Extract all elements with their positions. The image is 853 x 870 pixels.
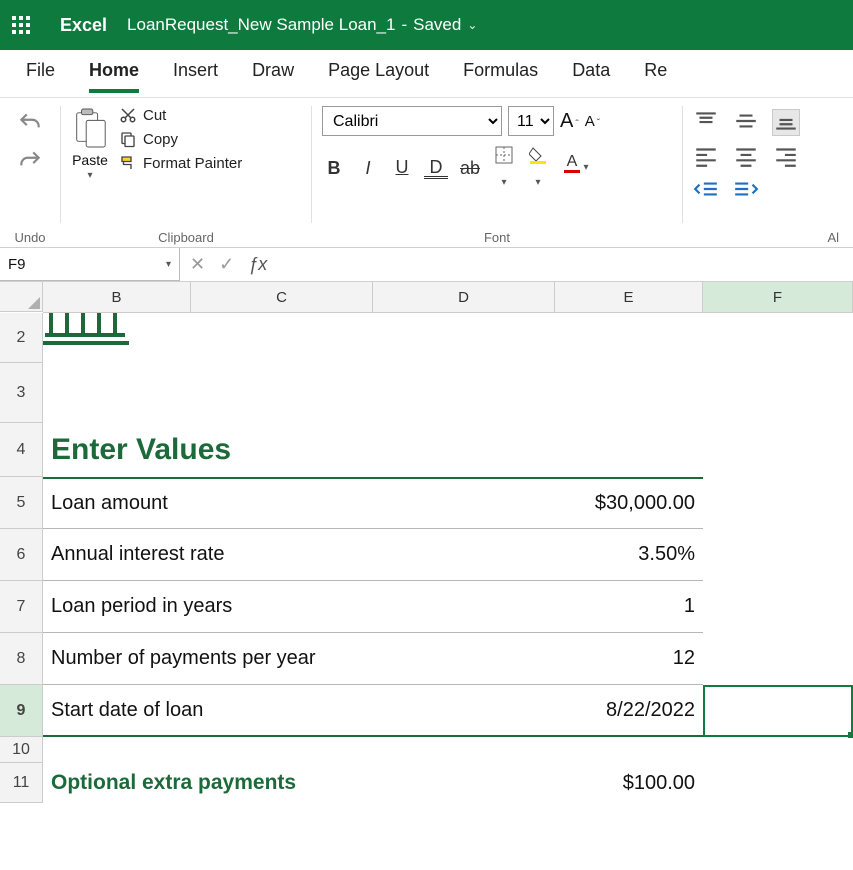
format-painter-button[interactable]: Format Painter <box>119 154 242 172</box>
cell-grid[interactable]: Enter Values Loan amount $30,000.00 Annu… <box>43 313 853 803</box>
name-box[interactable]: F9 ▾ <box>0 248 180 281</box>
borders-button[interactable]: ▾ <box>492 146 516 190</box>
value-period-years[interactable]: 1 <box>555 581 703 633</box>
row-header-3[interactable]: 3 <box>0 363 43 423</box>
app-name: Excel <box>60 15 107 36</box>
font-name-select[interactable]: Calibri <box>322 106 502 136</box>
row-header-4[interactable]: 4 <box>0 423 43 477</box>
label-period-years: Loan period in years <box>43 581 191 633</box>
row-header-10[interactable]: 10 <box>0 737 43 763</box>
row-header-2[interactable]: 2 <box>0 313 43 363</box>
tab-data[interactable]: Data <box>572 60 610 89</box>
chevron-down-icon: ▾ <box>166 259 171 270</box>
ribbon: Undo Paste ▾ Cut Copy Format Pa <box>0 98 853 248</box>
label-optional-extra: Optional extra payments <box>43 763 191 803</box>
col-header-C[interactable]: C <box>191 282 373 312</box>
save-status: Saved <box>413 15 461 35</box>
bank-icon <box>43 313 135 354</box>
align-top-button[interactable] <box>693 110 719 135</box>
underline-button[interactable]: U <box>390 157 414 179</box>
cut-button[interactable]: Cut <box>119 106 242 124</box>
doc-name: LoanRequest_New Sample Loan_1 <box>127 15 395 35</box>
label-annual-rate: Annual interest rate <box>43 529 191 581</box>
label-start-date: Start date of loan <box>43 685 191 737</box>
group-label-undo: Undo <box>10 226 50 245</box>
group-label-font: Font <box>322 226 672 245</box>
document-title[interactable]: LoanRequest_New Sample Loan_1 - Saved ⌄ <box>127 15 477 35</box>
align-left-button[interactable] <box>693 145 719 170</box>
accept-formula-button[interactable]: ✓ <box>219 254 234 275</box>
row-header-11[interactable]: 11 <box>0 763 43 803</box>
row-header-8[interactable]: 8 <box>0 633 43 685</box>
tab-file[interactable]: File <box>26 60 55 89</box>
font-size-select[interactable]: 11 <box>508 106 554 136</box>
group-label-clipboard: Clipboard <box>71 226 301 245</box>
copy-button[interactable]: Copy <box>119 130 242 148</box>
col-header-B[interactable]: B <box>43 282 191 312</box>
double-underline-button[interactable]: D <box>424 158 448 179</box>
fill-color-button[interactable]: ▾ <box>526 146 550 190</box>
formula-input[interactable] <box>277 248 853 281</box>
col-header-F[interactable]: F <box>703 282 853 312</box>
align-bottom-button[interactable] <box>773 110 799 135</box>
grow-font-button[interactable]: Aˆ <box>560 110 579 133</box>
value-annual-rate[interactable]: 3.50% <box>555 529 703 581</box>
section-title: Enter Values <box>43 423 191 477</box>
fx-icon[interactable]: ƒx <box>248 254 267 275</box>
tab-insert[interactable]: Insert <box>173 60 218 89</box>
label-payments-per-year: Number of payments per year <box>43 633 191 685</box>
align-right-button[interactable] <box>773 145 799 170</box>
shrink-font-button[interactable]: Aˇ <box>585 113 600 130</box>
app-launcher-icon[interactable] <box>12 16 30 34</box>
col-header-D[interactable]: D <box>373 282 555 312</box>
row-header-6[interactable]: 6 <box>0 529 43 581</box>
cancel-formula-button[interactable]: ✕ <box>190 254 205 275</box>
tab-page-layout[interactable]: Page Layout <box>328 60 429 89</box>
select-all-corner[interactable] <box>0 282 43 312</box>
tab-formulas[interactable]: Formulas <box>463 60 538 89</box>
col-header-E[interactable]: E <box>555 282 703 312</box>
chevron-down-icon: ▾ <box>87 170 92 181</box>
chevron-down-icon: ⌄ <box>467 18 477 32</box>
value-optional-extra[interactable]: $100.00 <box>555 763 703 803</box>
row-header-5[interactable]: 5 <box>0 477 43 529</box>
tab-draw[interactable]: Draw <box>252 60 294 89</box>
tab-review-cut[interactable]: Re <box>644 60 667 89</box>
strikethrough-button[interactable]: ab <box>458 158 482 179</box>
value-start-date[interactable]: 8/22/2022 <box>555 685 703 737</box>
value-payments-per-year[interactable]: 12 <box>555 633 703 685</box>
group-label-alignment: Al <box>693 226 843 245</box>
decrease-indent-button[interactable] <box>693 180 719 201</box>
align-center-button[interactable] <box>733 145 759 170</box>
ribbon-tabs: File Home Insert Draw Page Layout Formul… <box>0 50 853 98</box>
increase-indent-button[interactable] <box>733 180 759 201</box>
undo-button[interactable] <box>17 110 43 142</box>
bold-button[interactable]: B <box>322 158 346 179</box>
row-header-9[interactable]: 9 <box>0 685 43 737</box>
font-color-button[interactable]: A ▾ <box>560 154 584 183</box>
paste-button[interactable]: Paste ▾ <box>71 106 109 181</box>
formula-bar: F9 ▾ ✕ ✓ ƒx <box>0 248 853 282</box>
tab-home[interactable]: Home <box>89 60 139 93</box>
italic-button[interactable]: I <box>356 158 380 179</box>
label-loan-amount: Loan amount <box>43 477 191 529</box>
redo-button[interactable] <box>17 148 43 180</box>
value-loan-amount[interactable]: $30,000.00 <box>555 477 703 529</box>
row-header-7[interactable]: 7 <box>0 581 43 633</box>
align-middle-button[interactable] <box>733 110 759 135</box>
